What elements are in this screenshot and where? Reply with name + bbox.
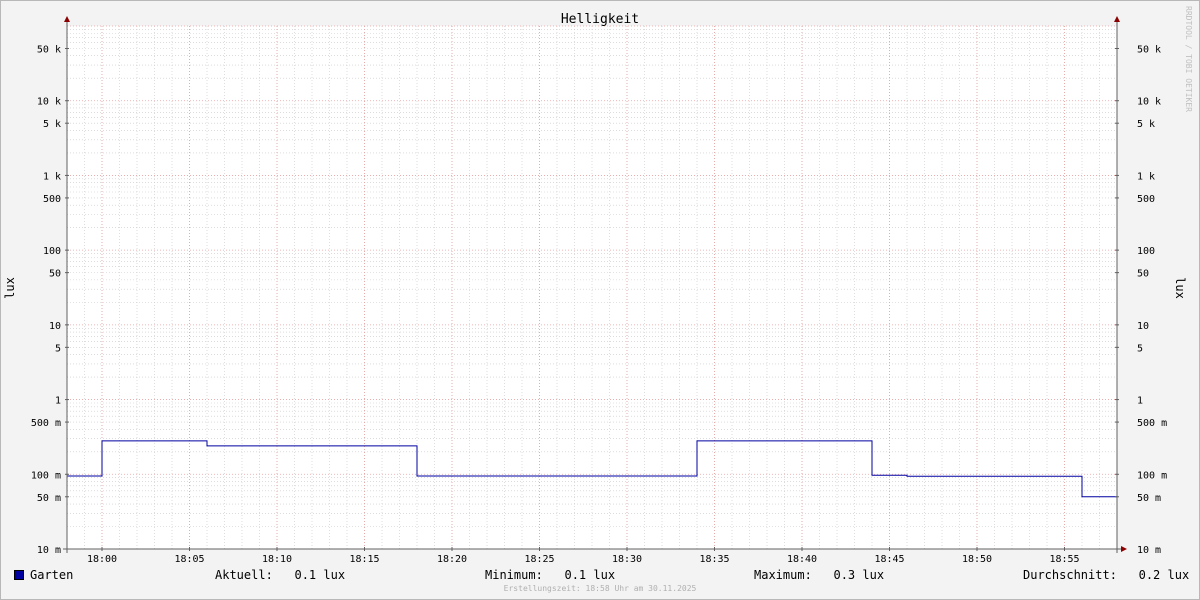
x-tick-label: 18:50 [962,554,992,565]
y-tick-label-right: 50 m [1137,493,1161,504]
y-tick-label-left: 1 k [43,171,61,182]
brightness-chart: 50 k 50 k 10 k 10 k 5 k 5 k 1 k 1 k 500 500 100 100… [3,12,1187,565]
x-axis-arrow [1121,546,1127,552]
legend-maximum: Maximum: 0.3 lux [754,568,885,582]
y-axis-label-right: lux [1173,277,1187,299]
x-tick-label: 18:25 [524,554,554,565]
y-tick-label-left: 10 m [37,545,61,556]
x-tick-label: 18:05 [174,554,204,565]
y-tick-label-right: 10 k [1137,97,1161,108]
legend-average: Durchschnitt: 0.2 lux [1023,568,1190,582]
y-axis-label-left: lux [3,277,17,299]
y-tick-label-right: 10 m [1137,545,1161,556]
y-tick-label-left: 5 [55,343,61,354]
y-tick-label-right: 500 m [1137,418,1167,429]
chart-title: Helligkeit [561,12,639,27]
y-tick-label-right: 5 [1137,343,1143,354]
y-tick-label-left: 50 m [37,493,61,504]
y-tick-label-right: 50 [1137,269,1149,280]
x-tick-label: 18:20 [437,554,467,565]
y-tick-label-left: 5 k [43,119,61,130]
x-tick-label: 18:15 [349,554,379,565]
legend-minimum: Minimum: 0.1 lux [485,568,616,582]
y-tick-label-right: 10 [1137,321,1149,332]
x-tick-label: 18:45 [874,554,904,565]
y-axis-left-arrow [64,16,70,22]
y-tick-label-right: 1 k [1137,171,1155,182]
legend-swatch-garten [14,570,24,580]
y-tick-label-left: 1 [55,396,61,407]
y-tick-label-right: 1 [1137,396,1143,407]
y-tick-label-left: 50 k [37,44,61,55]
x-tick-label: 18:00 [87,554,117,565]
y-tick-label-left: 100 [43,246,61,257]
x-tick-label: 18:35 [699,554,729,565]
y-tick-label-left: 500 m [31,418,61,429]
creation-timestamp: Erstellungszeit: 18:58 Uhr am 30.11.2025 [503,584,697,593]
y-tick-label-left: 500 [43,194,61,205]
rrdtool-watermark: RRDTOOL / TOBI OETIKER [1184,6,1193,112]
legend-current: Aktuell: 0.1 lux [215,568,346,582]
x-tick-label: 18:40 [787,554,817,565]
y-tick-label-right: 50 k [1137,44,1161,55]
minor-grid [66,26,1118,549]
y-tick-label-right: 5 k [1137,119,1155,130]
x-tick-label: 18:10 [262,554,292,565]
y-tick-label-left: 10 k [37,97,61,108]
y-tick-label-right: 100 [1137,246,1155,257]
y-tick-label-right: 500 [1137,194,1155,205]
y-tick-label-left: 10 [49,321,61,332]
x-tick-label: 18:55 [1049,554,1079,565]
y-axis-right-arrow [1114,16,1120,22]
y-tick-label-left: 50 [49,269,61,280]
legend-series-name: Garten [30,568,74,582]
y-tick-label-left: 100 m [31,470,61,481]
x-tick-label: 18:30 [612,554,642,565]
y-tick-label-right: 100 m [1137,470,1167,481]
